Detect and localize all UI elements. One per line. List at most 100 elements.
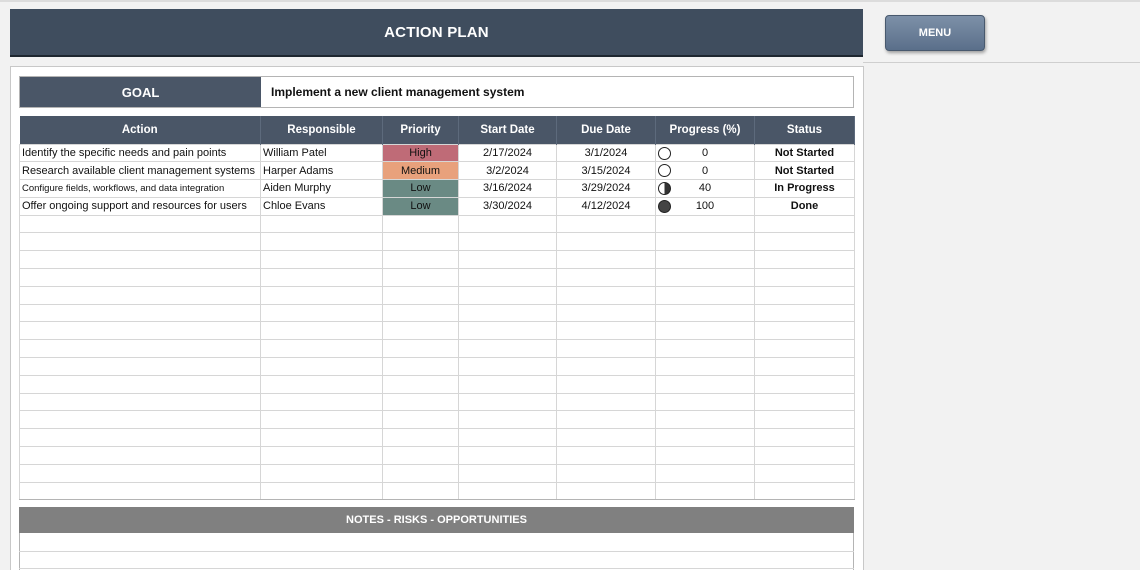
empty-cell[interactable] (556, 214, 656, 234)
empty-cell[interactable] (754, 446, 855, 465)
empty-cell[interactable] (754, 428, 855, 448)
empty-cell[interactable] (458, 428, 557, 448)
empty-cell[interactable] (260, 285, 383, 305)
empty-cell[interactable] (655, 268, 755, 287)
due-date-cell[interactable]: 3/29/2024 (556, 179, 656, 198)
empty-cell[interactable] (458, 339, 557, 359)
empty-cell[interactable] (754, 232, 855, 252)
empty-cell[interactable] (19, 446, 261, 465)
due-date-cell[interactable]: 3/15/2024 (556, 161, 656, 181)
progress-cell[interactable]: 0 (655, 143, 755, 163)
empty-cell[interactable] (556, 303, 656, 323)
empty-cell[interactable] (556, 392, 656, 412)
empty-cell[interactable] (655, 232, 755, 252)
empty-cell[interactable] (382, 481, 459, 501)
responsible-cell[interactable]: Aiden Murphy (260, 179, 383, 198)
empty-cell[interactable] (260, 481, 383, 501)
priority-cell[interactable]: High (382, 143, 459, 163)
empty-cell[interactable] (260, 232, 383, 252)
start-date-cell[interactable]: 3/2/2024 (458, 161, 557, 181)
start-date-cell[interactable]: 3/16/2024 (458, 179, 557, 198)
empty-cell[interactable] (19, 374, 261, 394)
empty-cell[interactable] (19, 481, 261, 501)
empty-cell[interactable] (556, 428, 656, 448)
responsible-cell[interactable]: Harper Adams (260, 161, 383, 181)
empty-cell[interactable] (458, 481, 557, 501)
empty-cell[interactable] (19, 463, 261, 483)
empty-cell[interactable] (19, 339, 261, 359)
empty-cell[interactable] (754, 250, 855, 270)
progress-cell[interactable]: 0 (655, 161, 755, 181)
empty-cell[interactable] (382, 410, 459, 430)
empty-cell[interactable] (19, 428, 261, 448)
empty-cell[interactable] (260, 214, 383, 234)
priority-cell[interactable]: Low (382, 196, 459, 216)
progress-cell[interactable]: 100 (655, 196, 755, 216)
empty-cell[interactable] (382, 357, 459, 376)
start-date-cell[interactable]: 2/17/2024 (458, 143, 557, 163)
empty-cell[interactable] (655, 446, 755, 465)
empty-cell[interactable] (382, 374, 459, 394)
empty-cell[interactable] (754, 268, 855, 287)
empty-cell[interactable] (260, 374, 383, 394)
status-cell[interactable]: Not Started (754, 161, 855, 181)
priority-cell[interactable]: Medium (382, 161, 459, 181)
empty-cell[interactable] (260, 463, 383, 483)
responsible-cell[interactable]: William Patel (260, 143, 383, 163)
empty-cell[interactable] (19, 250, 261, 270)
empty-cell[interactable] (382, 446, 459, 465)
empty-cell[interactable] (260, 250, 383, 270)
menu-button[interactable]: MENU (885, 15, 985, 51)
empty-cell[interactable] (19, 303, 261, 323)
empty-cell[interactable] (458, 357, 557, 376)
empty-cell[interactable] (754, 481, 855, 501)
empty-cell[interactable] (260, 268, 383, 287)
empty-cell[interactable] (458, 268, 557, 287)
empty-cell[interactable] (655, 463, 755, 483)
empty-cell[interactable] (556, 374, 656, 394)
progress-cell[interactable]: 40 (655, 179, 755, 198)
empty-cell[interactable] (260, 321, 383, 341)
empty-cell[interactable] (382, 321, 459, 341)
empty-cell[interactable] (556, 268, 656, 287)
empty-cell[interactable] (260, 410, 383, 430)
empty-cell[interactable] (556, 321, 656, 341)
empty-cell[interactable] (556, 285, 656, 305)
responsible-cell[interactable]: Chloe Evans (260, 196, 383, 216)
empty-cell[interactable] (556, 232, 656, 252)
empty-cell[interactable] (19, 268, 261, 287)
empty-cell[interactable] (556, 481, 656, 501)
empty-cell[interactable] (655, 250, 755, 270)
empty-cell[interactable] (382, 303, 459, 323)
status-cell[interactable]: Not Started (754, 143, 855, 163)
empty-cell[interactable] (458, 250, 557, 270)
empty-cell[interactable] (382, 285, 459, 305)
empty-cell[interactable] (260, 428, 383, 448)
empty-cell[interactable] (754, 374, 855, 394)
empty-cell[interactable] (382, 339, 459, 359)
empty-cell[interactable] (754, 303, 855, 323)
empty-cell[interactable] (655, 392, 755, 412)
status-cell[interactable]: In Progress (754, 179, 855, 198)
empty-cell[interactable] (458, 463, 557, 483)
due-date-cell[interactable]: 4/12/2024 (556, 196, 656, 216)
empty-cell[interactable] (19, 357, 261, 376)
empty-cell[interactable] (19, 285, 261, 305)
empty-cell[interactable] (19, 321, 261, 341)
empty-cell[interactable] (382, 392, 459, 412)
empty-cell[interactable] (556, 446, 656, 465)
empty-cell[interactable] (260, 446, 383, 465)
action-cell[interactable]: Configure fields, workflows, and data in… (19, 179, 261, 198)
goal-text-cell[interactable]: Implement a new client management system (261, 77, 853, 107)
empty-cell[interactable] (556, 250, 656, 270)
empty-cell[interactable] (556, 357, 656, 376)
start-date-cell[interactable]: 3/30/2024 (458, 196, 557, 216)
empty-cell[interactable] (655, 321, 755, 341)
empty-cell[interactable] (655, 303, 755, 323)
empty-cell[interactable] (655, 374, 755, 394)
empty-cell[interactable] (754, 214, 855, 234)
empty-cell[interactable] (382, 232, 459, 252)
empty-cell[interactable] (655, 339, 755, 359)
empty-cell[interactable] (382, 214, 459, 234)
empty-cell[interactable] (260, 303, 383, 323)
